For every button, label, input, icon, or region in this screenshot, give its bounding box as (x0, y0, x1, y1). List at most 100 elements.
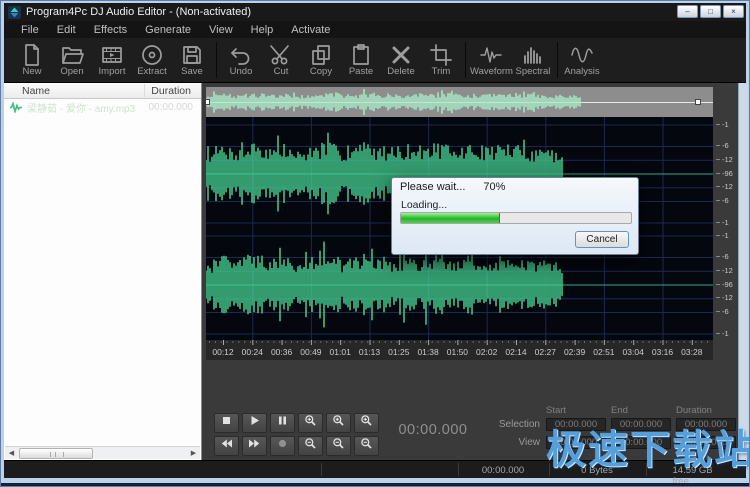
toolbar-cut-button[interactable]: Cut (261, 39, 301, 81)
db-scale: -1-6-12-96-12-6-1-1-6-12-96-12-6-1 (713, 117, 739, 340)
toolbar-separator (557, 42, 558, 78)
forward-button[interactable] (242, 436, 267, 456)
stop-button[interactable] (214, 413, 239, 433)
extract-icon (140, 43, 164, 67)
toolbar-spectral-button[interactable]: Spectral (513, 39, 553, 81)
menu-generate[interactable]: Generate (136, 24, 200, 36)
pause-icon (276, 414, 289, 432)
ruler-label: 01:13 (359, 347, 380, 357)
zoom-in-horizontal-icon (304, 414, 317, 432)
overview-right-handle[interactable] (695, 99, 701, 105)
db-label: -12 (722, 267, 733, 275)
record-button[interactable] (270, 436, 295, 456)
app-window: Program4Pc DJ Audio Editor - (Non-activa… (0, 0, 750, 487)
zoom-out-full-icon (360, 437, 373, 455)
toolbar-trim-button[interactable]: Trim (421, 39, 461, 81)
close-button[interactable]: × (723, 5, 744, 18)
selection-col-start: Start (546, 405, 566, 416)
zoom-buttons (298, 413, 379, 456)
ruler-label: 02:39 (564, 347, 585, 357)
play-icon (248, 414, 261, 432)
db-label: -12 (722, 183, 733, 191)
ruler-label: 01:38 (417, 347, 438, 357)
db-label: -96 (722, 281, 733, 289)
zoom-in-selection-button[interactable] (354, 413, 379, 433)
toolbar-undo-button[interactable]: Undo (221, 39, 261, 81)
toolbar-copy-button[interactable]: Copy (301, 39, 341, 81)
toolbar-analysis-button[interactable]: Analysis (562, 39, 602, 81)
file-duration: 00:00.000 (149, 102, 194, 113)
column-header-name[interactable]: Name (22, 85, 50, 97)
title-bar[interactable]: Program4Pc DJ Audio Editor - (Non-activa… (4, 3, 746, 21)
pause-button[interactable] (270, 413, 295, 433)
editor-vscrollbar[interactable] (738, 83, 748, 460)
toolbar-save-button[interactable]: Save (172, 39, 212, 81)
ruler-label: 00:24 (242, 347, 263, 357)
db-label: -12 (722, 294, 733, 302)
play-button[interactable] (242, 413, 267, 433)
spectral-icon (521, 43, 545, 67)
open-icon (60, 43, 84, 67)
toolbar-extract-button[interactable]: Extract (132, 39, 172, 81)
menu-edit[interactable]: Edit (48, 24, 85, 36)
toolbar-delete-button[interactable]: Delete (381, 39, 421, 81)
ruler-label: 02:27 (535, 347, 556, 357)
copy-icon (309, 43, 333, 67)
menu-help[interactable]: Help (242, 24, 283, 36)
scroll-right-arrow-icon[interactable]: ▶ (187, 448, 200, 459)
zoom-out-full-button[interactable] (354, 436, 379, 456)
zoom-in-vertical-icon (332, 414, 345, 432)
stop-icon (220, 414, 233, 432)
column-header-duration[interactable]: Duration (151, 85, 191, 97)
zoom-out-horizontal-icon (304, 437, 317, 455)
zoom-in-vertical-button[interactable] (326, 413, 351, 433)
ruler-label: 03:04 (623, 347, 644, 357)
app-icon (8, 6, 21, 19)
file-list-hscrollbar[interactable]: ◀ ▶ (5, 446, 200, 459)
record-icon (276, 437, 289, 455)
please-wait-dialog: Please wait... 70% Loading... Cancel (391, 177, 639, 255)
overview-strip[interactable] (206, 87, 713, 117)
maximize-button[interactable]: □ (700, 5, 721, 18)
watermark: 极速下载站 (546, 417, 750, 475)
window-controls: – □ × (677, 5, 744, 18)
ruler-label: 02:02 (476, 347, 497, 357)
db-label: -6 (722, 197, 729, 205)
toolbar-new-button[interactable]: New (12, 39, 52, 81)
file-list-header: Name Duration (4, 83, 201, 99)
playback-time-display: 00:00.000 (398, 422, 468, 438)
toolbar-waveform-button[interactable]: Waveform (470, 39, 513, 81)
dialog-percent: 70% (483, 181, 505, 193)
zoom-out-horizontal-button[interactable] (298, 436, 323, 456)
dialog-message: Loading... (401, 199, 447, 211)
delete-icon (389, 43, 413, 67)
waveform-icon (479, 43, 503, 67)
menu-file[interactable]: File (12, 24, 48, 36)
toolbar-import-button[interactable]: Import (92, 39, 132, 81)
cut-icon (269, 43, 293, 67)
toolbar-paste-button[interactable]: Paste (341, 39, 381, 81)
progress-bar (400, 212, 632, 224)
cancel-button[interactable]: Cancel (575, 231, 629, 248)
db-label: -1 (722, 232, 729, 240)
dialog-title-text: Please wait... (400, 181, 465, 193)
menu-activate[interactable]: Activate (282, 24, 339, 36)
time-ruler[interactable]: 00:1200:2400:3600:4901:0101:1301:2501:38… (206, 340, 713, 360)
zoom-in-horizontal-button[interactable] (298, 413, 323, 433)
file-name: 梁静茹 - 爱你 - amy.mp3 (27, 100, 149, 115)
undo-icon (229, 43, 253, 67)
view-row-label: View (480, 437, 540, 448)
scroll-left-arrow-icon[interactable]: ◀ (5, 448, 18, 459)
overview-left-handle[interactable] (206, 99, 210, 105)
rewind-button[interactable] (214, 436, 239, 456)
file-list-row[interactable]: 梁静茹 - 爱你 - amy.mp3 00:00.000 (4, 100, 201, 115)
menu-effects[interactable]: Effects (85, 24, 136, 36)
db-label: -1 (722, 219, 729, 227)
zoom-out-vertical-button[interactable] (326, 436, 351, 456)
minimize-button[interactable]: – (677, 5, 698, 18)
audio-file-icon (9, 102, 23, 113)
menu-view[interactable]: View (200, 24, 242, 36)
scrollbar-thumb[interactable] (19, 448, 93, 459)
toolbar-open-button[interactable]: Open (52, 39, 92, 81)
toolbar-separator (216, 42, 217, 78)
